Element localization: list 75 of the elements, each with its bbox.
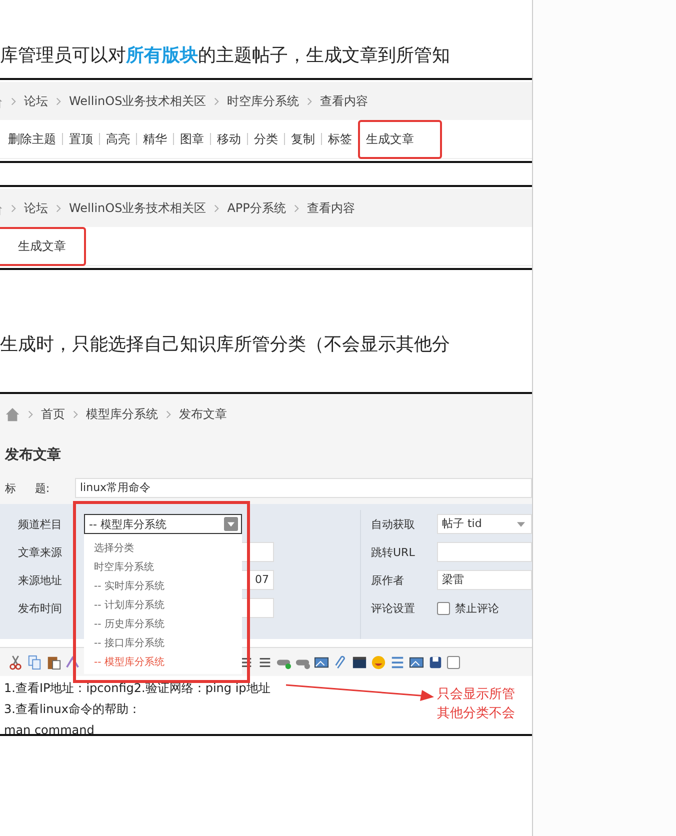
dropdown-option[interactable]: -- 计划库分系统 (84, 596, 242, 615)
category-select[interactable]: -- 模型库分系统 (84, 514, 242, 534)
field-label: 标 题: (4, 480, 51, 496)
breadcrumb-link[interactable]: 查看内容 (320, 92, 368, 110)
field-label: 来源地址 (17, 572, 63, 588)
smiley-icon[interactable] (371, 654, 386, 670)
action-link[interactable]: 精华 (143, 130, 167, 148)
breadcrumb-link[interactable]: APP分系统 (227, 200, 286, 216)
action-link[interactable]: 删除主题 (8, 130, 56, 148)
dropdown-option[interactable]: -- 接口库分系统 (84, 634, 242, 653)
breadcrumb-link[interactable]: 时空库分系统 (227, 92, 300, 110)
field-label: 评论设置 (371, 600, 416, 616)
dropdown-option[interactable]: -- 历史库分系统 (84, 615, 242, 634)
field-label: 文章来源 (17, 544, 63, 560)
action-link[interactable]: 标签 (328, 130, 352, 148)
chevron-icon (307, 96, 312, 106)
breadcrumb-link[interactable]: 论坛 (24, 200, 48, 216)
breadcrumb-link[interactable]: 首页 (41, 406, 65, 422)
action-link[interactable]: 移动 (217, 130, 241, 148)
field-label: 自动获取 (371, 516, 416, 532)
copy-icon[interactable] (27, 654, 42, 670)
breadcrumb-link[interactable]: 模型库分系统 (86, 406, 158, 422)
paperclip-icon[interactable] (333, 654, 348, 670)
chevron-icon (294, 204, 299, 212)
breadcrumb-link[interactable]: 查看内容 (306, 200, 355, 216)
chevron-icon (28, 410, 33, 418)
chevron-icon (11, 204, 16, 212)
breadcrumb-link[interactable]: WellinOS业务技术相关区 (69, 92, 206, 110)
field-label: 频道栏目 (17, 516, 63, 532)
editor-text-line: 1.查看IP地址：ipconfig2.验证网络：ping ip地址 (4, 680, 270, 697)
chevron-icon (214, 204, 220, 212)
action-link[interactable]: 生成文章 (358, 120, 442, 158)
field-label: 发布时间 (17, 600, 63, 616)
text-input[interactable]: 梁雷 (437, 570, 532, 590)
auto-fetch-select[interactable]: 帖子 tid (437, 514, 532, 534)
chevron-icon (166, 410, 171, 418)
dropdown-option[interactable]: 选择分类 (84, 539, 242, 558)
chevron-icon (11, 96, 16, 106)
scissors-icon[interactable] (8, 654, 23, 670)
action-link[interactable]: 复制 (291, 130, 315, 148)
breadcrumb-link[interactable]: WellinOS业务技术相关区 (69, 200, 206, 216)
title-input[interactable]: linux常用命令 (75, 478, 532, 498)
page-heading: 发布文章 (5, 446, 62, 464)
home-icon[interactable] (5, 406, 20, 422)
action-link[interactable]: 生成文章 (0, 226, 86, 266)
chevron-icon (56, 96, 61, 106)
picture-icon[interactable] (409, 654, 424, 670)
chevron-icon (56, 204, 61, 212)
action-link[interactable]: 高亮 (106, 130, 130, 148)
editor-text-line: 3.查看linux命令的帮助： (4, 701, 140, 718)
dropdown-option[interactable]: -- 实时库分系统 (84, 577, 242, 596)
checkbox[interactable] (447, 656, 460, 668)
dropdown-option[interactable]: 时空库分系统 (84, 558, 242, 577)
save-icon[interactable] (428, 654, 443, 670)
caret-icon (517, 522, 525, 526)
note-paragraph: 生成时，只能选择自己知识库所管分类（不会显示其他分 (0, 333, 451, 357)
text-input[interactable] (437, 542, 532, 562)
annotation-text: 只会显示所管 其他分类不会 (437, 686, 515, 723)
checkbox-label: 禁止评论 (455, 600, 499, 616)
video-icon[interactable] (352, 654, 367, 670)
chevron-icon (73, 410, 78, 418)
field-label: 跳转URL (371, 544, 416, 560)
dropdown-option[interactable]: -- 模型库分系统 (84, 653, 242, 672)
action-link[interactable]: 图章 (180, 130, 204, 148)
action-link[interactable]: 置顶 (69, 130, 93, 148)
field-label: 原作者 (371, 572, 405, 588)
breadcrumb-link[interactable]: 论坛 (24, 92, 48, 110)
action-link[interactable]: 分类 (254, 130, 278, 148)
editor-text-line: man command (4, 722, 94, 739)
paste-icon[interactable] (46, 654, 61, 670)
image-icon[interactable] (314, 654, 329, 670)
chevron-icon (214, 96, 220, 106)
intro-paragraph: 库管理员可以对所有版块的主题帖子，生成文章到所管知 (0, 44, 451, 68)
checkbox[interactable] (437, 602, 450, 614)
breadcrumb-link[interactable]: 发布文章 (179, 406, 227, 422)
